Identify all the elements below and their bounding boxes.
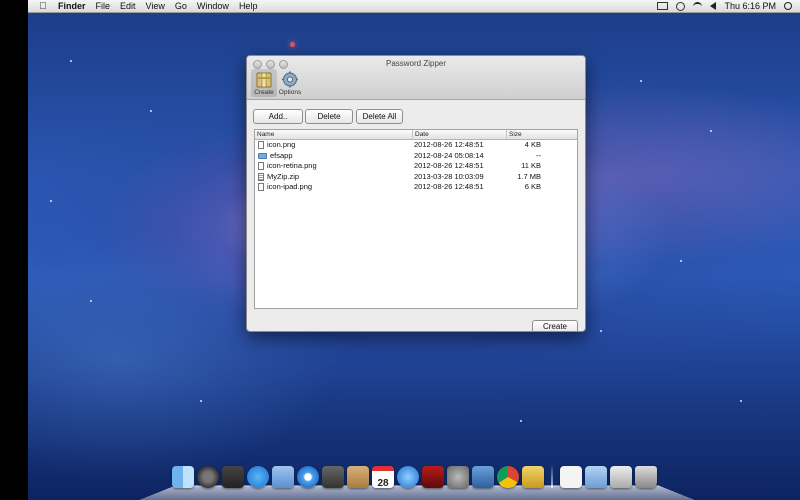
star [290, 42, 295, 47]
menubar-clock[interactable]: Thu 6:16 PM [724, 1, 776, 11]
file-icon [258, 141, 264, 150]
add-button[interactable]: Add.. [253, 109, 303, 124]
window-toolbar: Password Zipper Create Options [247, 56, 585, 100]
column-header-name[interactable]: Name [255, 130, 274, 139]
file-list[interactable]: Name Date Size icon.png 2012-08-26 12:48… [254, 129, 578, 309]
window-content: Add.. Delete Delete All Name Date Size i… [247, 100, 585, 331]
file-row[interactable]: efsapp 2012-08-24 05:08:14 -- [255, 151, 577, 162]
menu-bar:  Finder File Edit View Go Window Help T… [28, 0, 800, 13]
column-header-size[interactable]: Size [506, 130, 522, 139]
star [70, 60, 72, 62]
folder-icon [258, 152, 267, 159]
file-date: 2012-08-26 12:48:51 [414, 161, 484, 170]
file-name-cell: MyZip.zip [258, 172, 299, 183]
delete-button[interactable]: Delete [305, 109, 353, 124]
file-date: 2012-08-26 12:48:51 [414, 140, 484, 149]
delete-all-button[interactable]: Delete All [356, 109, 403, 124]
file-name-cell: icon.png [258, 140, 295, 151]
star [50, 200, 52, 202]
screen-mirroring-icon[interactable] [657, 2, 669, 10]
apple-icon[interactable]:  [36, 1, 50, 12]
file-name: icon-retina.png [267, 161, 317, 170]
file-row[interactable]: icon-ipad.png 2012-08-26 12:48:51 6 KB [255, 182, 577, 193]
screen-edge [0, 0, 28, 500]
display-icon[interactable] [610, 466, 632, 488]
file-date: 2013-03-28 10:03:09 [414, 171, 484, 181]
star [90, 300, 92, 302]
star [680, 260, 682, 262]
file-size: 4 KB [524, 140, 541, 149]
zip-icon [258, 172, 264, 181]
star [150, 110, 152, 112]
file-row[interactable]: icon.png 2012-08-26 12:48:51 4 KB [255, 140, 577, 151]
dock: 28 [172, 466, 657, 494]
itunes-icon[interactable] [397, 466, 419, 488]
app-store-icon[interactable] [247, 466, 269, 488]
window-title: Password Zipper [385, 59, 447, 68]
file-name: efsapp [270, 150, 293, 160]
file-row[interactable]: icon-retina.png 2012-08-26 12:48:51 11 K… [255, 161, 577, 172]
wifi-icon[interactable] [693, 1, 703, 11]
photo-booth-icon[interactable] [422, 466, 444, 488]
file-icon [258, 162, 264, 171]
facetime-icon[interactable] [322, 466, 344, 488]
file-row[interactable]: MyZip.zip 2013-03-28 10:03:09 1.7 MB [255, 172, 577, 183]
volume-icon[interactable] [710, 2, 717, 10]
document-icon[interactable] [560, 466, 582, 488]
dock-separator [551, 466, 553, 488]
gear-icon [282, 71, 298, 88]
toolbar-options-button[interactable]: Options [276, 70, 304, 96]
trash-icon[interactable] [635, 466, 657, 488]
archive-utility-icon[interactable] [522, 466, 544, 488]
file-name-cell: icon-ipad.png [258, 182, 312, 193]
calendar-icon[interactable]: 28 [372, 466, 394, 489]
time-machine-icon[interactable] [676, 1, 686, 11]
file-size: 11 KB [521, 161, 541, 170]
menu-view[interactable]: View [146, 1, 165, 11]
menu-file[interactable]: File [96, 1, 111, 11]
safari-icon[interactable] [297, 466, 319, 488]
file-date: 2012-08-26 12:48:51 [414, 182, 484, 191]
spotlight-search-icon[interactable] [784, 2, 792, 10]
preview-icon[interactable] [272, 466, 294, 488]
file-name: icon-ipad.png [267, 182, 313, 191]
file-icon [258, 183, 264, 192]
file-list-header: Name Date Size [255, 130, 577, 140]
menu-edit[interactable]: Edit [120, 1, 136, 11]
file-name-cell: efsapp [258, 151, 293, 162]
system-preferences-icon[interactable] [447, 466, 469, 488]
file-date: 2012-08-24 05:08:14 [414, 150, 484, 160]
toolbar-create-button[interactable]: Create [250, 69, 278, 97]
xcode-icon[interactable] [472, 466, 494, 488]
star [600, 330, 602, 332]
file-size: 1.7 MB [517, 171, 541, 181]
star [520, 420, 522, 422]
menu-help[interactable]: Help [239, 1, 258, 11]
file-name-cell: icon-retina.png [258, 161, 317, 172]
star [710, 130, 712, 132]
file-name: icon.png [267, 140, 296, 149]
contacts-icon[interactable] [347, 466, 369, 488]
star [200, 400, 202, 402]
toolbar-options-label: Options [278, 89, 302, 96]
launchpad-icon[interactable] [197, 466, 219, 488]
archive-box-icon [256, 72, 272, 88]
toolbar-create-label: Create [254, 89, 274, 96]
star [740, 400, 742, 402]
password-zipper-window: Password Zipper Create Options Add.. Del… [246, 55, 586, 332]
star [640, 80, 642, 82]
file-size: 6 KB [524, 182, 541, 191]
menu-window[interactable]: Window [197, 1, 229, 11]
file-size: -- [536, 150, 541, 160]
menu-extras: Thu 6:16 PM [657, 1, 800, 11]
menu-go[interactable]: Go [175, 1, 187, 11]
menu-finder[interactable]: Finder [58, 1, 86, 11]
file-name: MyZip.zip [267, 171, 300, 181]
mission-control-icon[interactable] [222, 466, 244, 488]
chrome-icon[interactable] [497, 466, 519, 488]
column-header-date[interactable]: Date [412, 130, 429, 139]
downloads-folder-icon[interactable] [585, 466, 607, 488]
finder-icon[interactable] [172, 466, 194, 488]
create-button[interactable]: Create [532, 320, 578, 331]
